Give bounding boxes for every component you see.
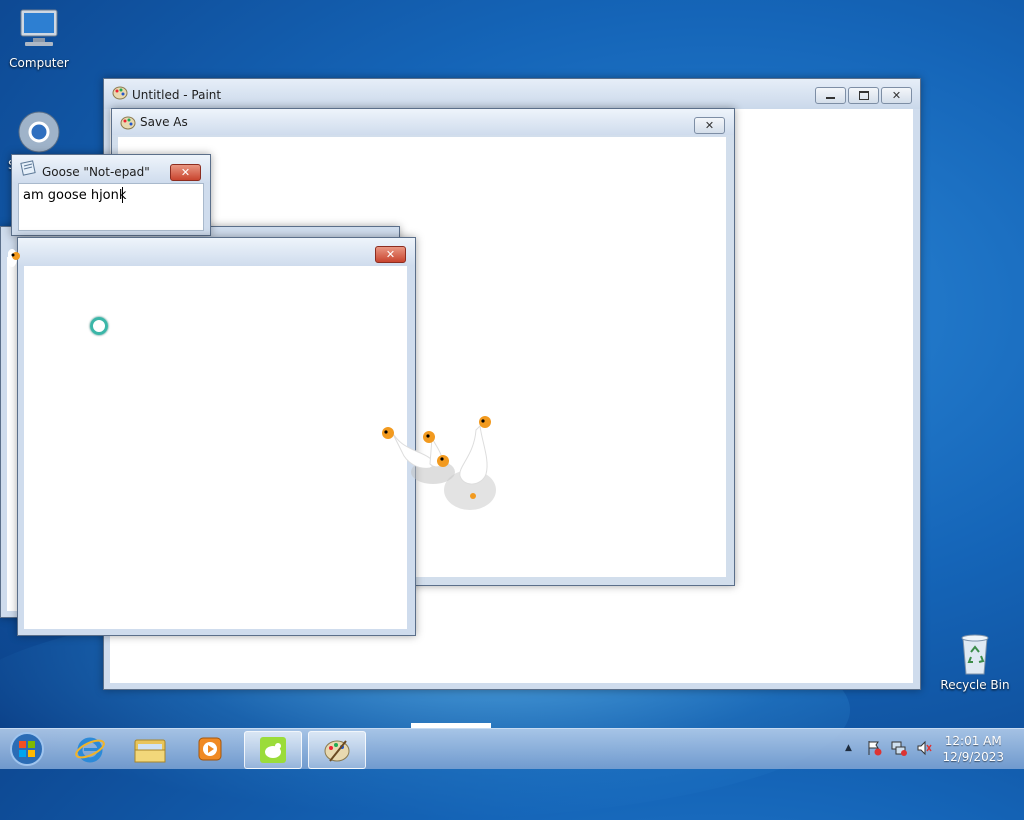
taskbar: ▲ 12:01 AM 12/9/2023 — [0, 728, 1024, 769]
goose-app-icon — [260, 737, 286, 763]
desktop-icon-label: Recycle Bin — [940, 678, 1010, 692]
blank-window[interactable]: ✕ — [17, 237, 416, 636]
start-button[interactable] — [2, 731, 52, 767]
network-icon[interactable] — [891, 740, 907, 759]
media-player-icon — [198, 737, 222, 761]
system-clock[interactable]: 12:01 AM 12/9/2023 — [942, 733, 1004, 765]
paint-app-icon — [112, 84, 128, 100]
taskbar-file-explorer[interactable] — [122, 731, 178, 767]
folder-icon — [134, 739, 166, 763]
notepad-text: am goose hjonk — [23, 188, 127, 203]
minimize-icon — [826, 97, 835, 99]
window-title: Save As — [140, 115, 188, 129]
close-button[interactable]: ✕ — [170, 164, 201, 181]
taskbar-paint-app[interactable] — [308, 731, 366, 769]
notepad-icon — [20, 160, 36, 176]
notepad-text-area[interactable]: am goose hjonk — [18, 183, 204, 231]
paint-app-icon — [120, 114, 136, 130]
paint-palette-icon — [324, 740, 350, 762]
notepad-titlebar[interactable]: Goose "Not-epad" ✕ — [12, 155, 210, 183]
close-icon: ✕ — [891, 89, 902, 102]
close-icon: ✕ — [704, 119, 715, 132]
busy-cursor-icon — [90, 317, 108, 335]
chrome-shortcut-icon — [15, 110, 63, 154]
recycle-bin-icon — [951, 630, 999, 675]
taskbar-goose-app[interactable] — [244, 731, 302, 769]
window-title: Goose "Not-epad" — [42, 165, 150, 179]
close-icon: ✕ — [180, 166, 191, 179]
clock-time: 12:01 AM — [944, 734, 1002, 748]
taskbar-internet-explorer[interactable] — [62, 731, 118, 767]
windows-start-orb-icon — [10, 732, 44, 766]
blank-window-titlebar[interactable]: ✕ — [18, 238, 415, 266]
goose-peeking-icon — [7, 248, 24, 271]
text-caret — [122, 187, 123, 203]
window-title: Untitled - Paint — [132, 88, 222, 102]
volume-muted-icon[interactable] — [916, 740, 932, 759]
computer-icon — [15, 8, 63, 52]
blank-window-content — [24, 266, 407, 629]
clock-date: 12/9/2023 — [942, 750, 1004, 764]
desktop-icon-label: Computer — [9, 56, 69, 70]
geese-flock-icon — [378, 412, 503, 515]
internet-explorer-icon — [75, 737, 105, 763]
taskbar-media-player[interactable] — [182, 731, 238, 767]
action-center-flag-icon[interactable] — [866, 740, 882, 759]
close-icon: ✕ — [385, 248, 396, 261]
goose-notepad-window[interactable]: Goose "Not-epad" ✕ am goose hjonk — [11, 154, 211, 236]
close-button[interactable]: ✕ — [375, 246, 406, 263]
paint-titlebar[interactable]: Untitled - Paint ✕ — [104, 79, 920, 109]
desktop-icon-recycle-bin[interactable]: Recycle Bin — [940, 630, 1010, 692]
save-as-titlebar[interactable]: Save As ✕ — [112, 109, 734, 135]
close-button[interactable]: ✕ — [881, 87, 912, 104]
maximize-icon — [858, 91, 869, 100]
show-hidden-icons-button[interactable]: ▲ — [845, 743, 855, 753]
minimize-button[interactable] — [815, 87, 846, 104]
desktop-icon-computer[interactable]: Computer — [4, 8, 74, 70]
close-button[interactable]: ✕ — [694, 117, 725, 134]
maximize-button[interactable] — [848, 87, 879, 104]
